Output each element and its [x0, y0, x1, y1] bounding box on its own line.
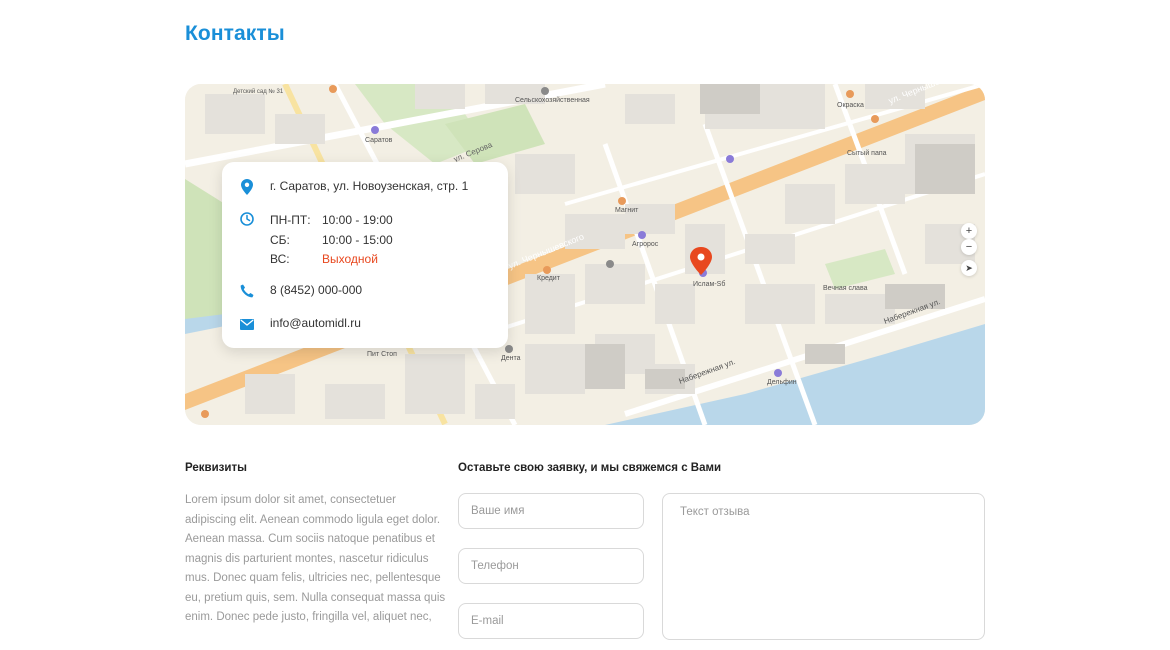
address-row: г. Саратов, ул. Новоузенская, стр. 1	[240, 179, 468, 195]
phone-row[interactable]: 8 (8452) 000-000	[240, 283, 362, 299]
poi-label: Детский сад № 31	[233, 88, 284, 95]
opening-hours: ПН-ПТ: 10:00 - 19:00 СБ: 10:00 - 15:00 ВС:…	[270, 211, 393, 270]
poi-label: Саратов	[365, 137, 393, 144]
phone-icon	[240, 283, 254, 299]
poi-label: Агророс	[632, 241, 659, 248]
poi-label: Кредит	[537, 275, 561, 282]
phone-field[interactable]	[458, 548, 644, 584]
poi-label: Дента	[501, 355, 521, 362]
poi-label: Сытый папа	[847, 149, 887, 157]
hours-day-off: Выходной	[322, 252, 378, 266]
contacts-page: Контакты ул. Чернышевского ул. Серова На…	[0, 0, 1170, 650]
map-pin-icon	[240, 179, 254, 195]
email-field[interactable]	[458, 603, 644, 639]
name-field[interactable]	[458, 493, 644, 529]
envelope-icon	[240, 316, 254, 332]
poi-label: Вечная слава	[823, 285, 868, 292]
requisites-text: Lorem ipsum dolor sit amet, consectetuer…	[185, 494, 446, 623]
address-text: г. Саратов, ул. Новоузенская, стр. 1	[270, 179, 469, 193]
hours-time: 10:00 - 15:00	[322, 232, 393, 247]
poi-label: Дельфин	[767, 379, 797, 386]
poi-label: Сельскохозяйственная	[515, 96, 590, 104]
contact-card: г. Саратов, ул. Новоузенская, стр. 1 ПН-…	[222, 162, 508, 348]
form-title: Оставьте свою заявку, и мы свяжемся с Ва…	[458, 462, 722, 474]
email-link[interactable]: info@automidl.ru	[270, 316, 361, 330]
page-title: Контакты	[185, 22, 285, 45]
requisites-title: Реквизиты	[185, 462, 247, 474]
hours-line: ПН-ПТ: 10:00 - 19:00	[270, 211, 393, 231]
hours-line: СБ: 10:00 - 15:00	[270, 231, 393, 251]
email-row[interactable]: info@automidl.ru	[240, 316, 361, 332]
phone-link[interactable]: 8 (8452) 000-000	[270, 283, 362, 297]
hours-day: ПН-ПТ:	[270, 213, 311, 227]
clock-icon	[240, 211, 254, 227]
poi-label: Окраска	[837, 102, 864, 109]
hours-time: 10:00 - 19:00	[322, 213, 393, 227]
hours-day: ВС:	[270, 252, 290, 266]
poi-label: Магнит	[615, 207, 639, 214]
hours-line: ВС: Выходной	[270, 250, 393, 270]
poi-label: Пит Стоп	[367, 351, 397, 358]
poi-label: Ислам-Sб	[693, 280, 725, 288]
zoom-in-button[interactable]: +	[961, 223, 977, 239]
message-field[interactable]	[662, 493, 985, 640]
hours-day: СБ:	[270, 232, 290, 247]
zoom-out-button[interactable]: −	[961, 239, 977, 255]
hours-row: ПН-ПТ: 10:00 - 19:00 СБ: 10:00 - 15:00 ВС:…	[240, 211, 393, 270]
locate-button[interactable]: ➤	[961, 260, 977, 276]
